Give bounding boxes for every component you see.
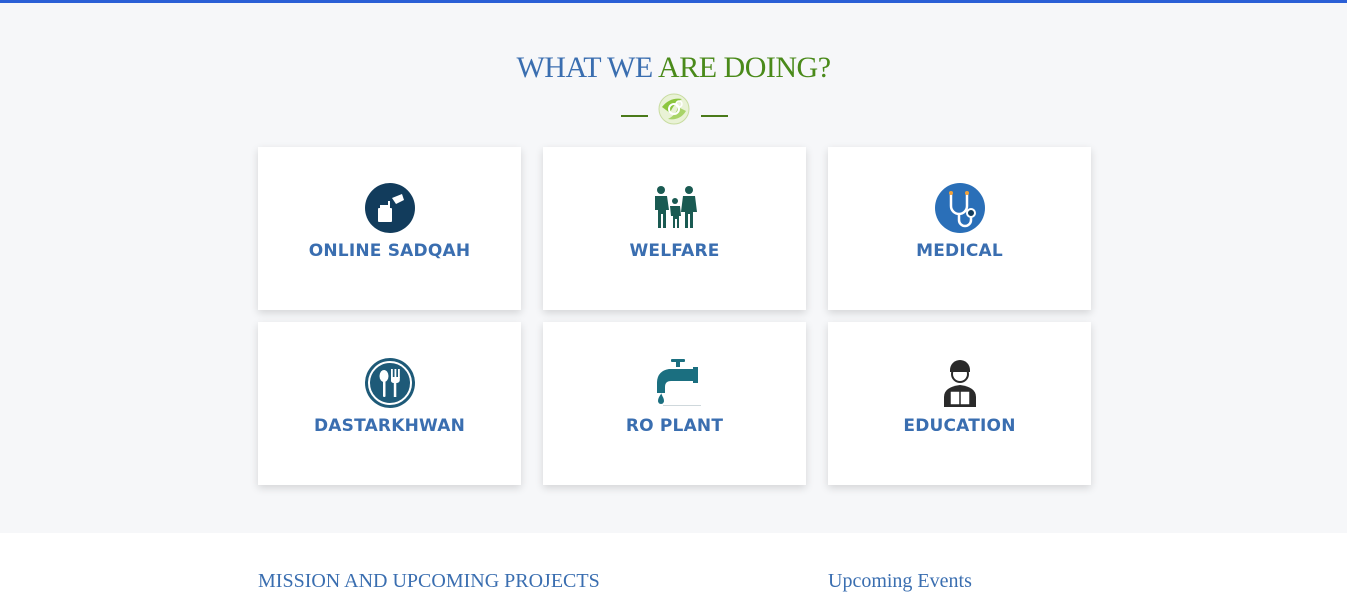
heading-part-2: ARE DOING? (658, 51, 831, 84)
service-card-dastarkhwan[interactable]: DASTARKHWAN (258, 322, 521, 485)
stethoscope-icon (935, 183, 985, 233)
service-label: EDUCATION (903, 416, 1016, 436)
service-label: ONLINE SADQAH (308, 241, 471, 261)
service-card-welfare[interactable]: WELFARE (543, 147, 806, 310)
divider-line-left (621, 115, 648, 117)
services-section: WHAT WE ARE DOING? ONLINE SADQAH WELFARE… (0, 3, 1347, 533)
spoon-fork-icon (365, 358, 415, 408)
service-card-education[interactable]: EDUCATION (828, 322, 1091, 485)
divider-line-right (701, 115, 728, 117)
donation-icon (365, 183, 415, 233)
water-tap-icon (657, 359, 701, 406)
heading-part-1: WHAT WE (516, 51, 653, 84)
service-label: MEDICAL (916, 241, 1003, 261)
section-heading: WHAT WE ARE DOING? (0, 51, 1347, 85)
mission-title: MISSION AND UPCOMING PROJECTS (258, 570, 600, 592)
service-label: DASTARKHWAN (313, 416, 465, 436)
upcoming-events-title: Upcoming Events (828, 570, 972, 592)
heading-divider (621, 93, 728, 125)
student-reading-icon (944, 360, 976, 407)
service-card-online-sadqah[interactable]: ONLINE SADQAH (258, 147, 521, 310)
service-card-medical[interactable]: MEDICAL (828, 147, 1091, 310)
emblem-icon (658, 93, 690, 125)
service-label: WELFARE (629, 241, 720, 261)
service-label: RO PLANT (625, 416, 724, 436)
family-icon (655, 186, 697, 228)
service-card-ro-plant[interactable]: RO PLANT (543, 322, 806, 485)
